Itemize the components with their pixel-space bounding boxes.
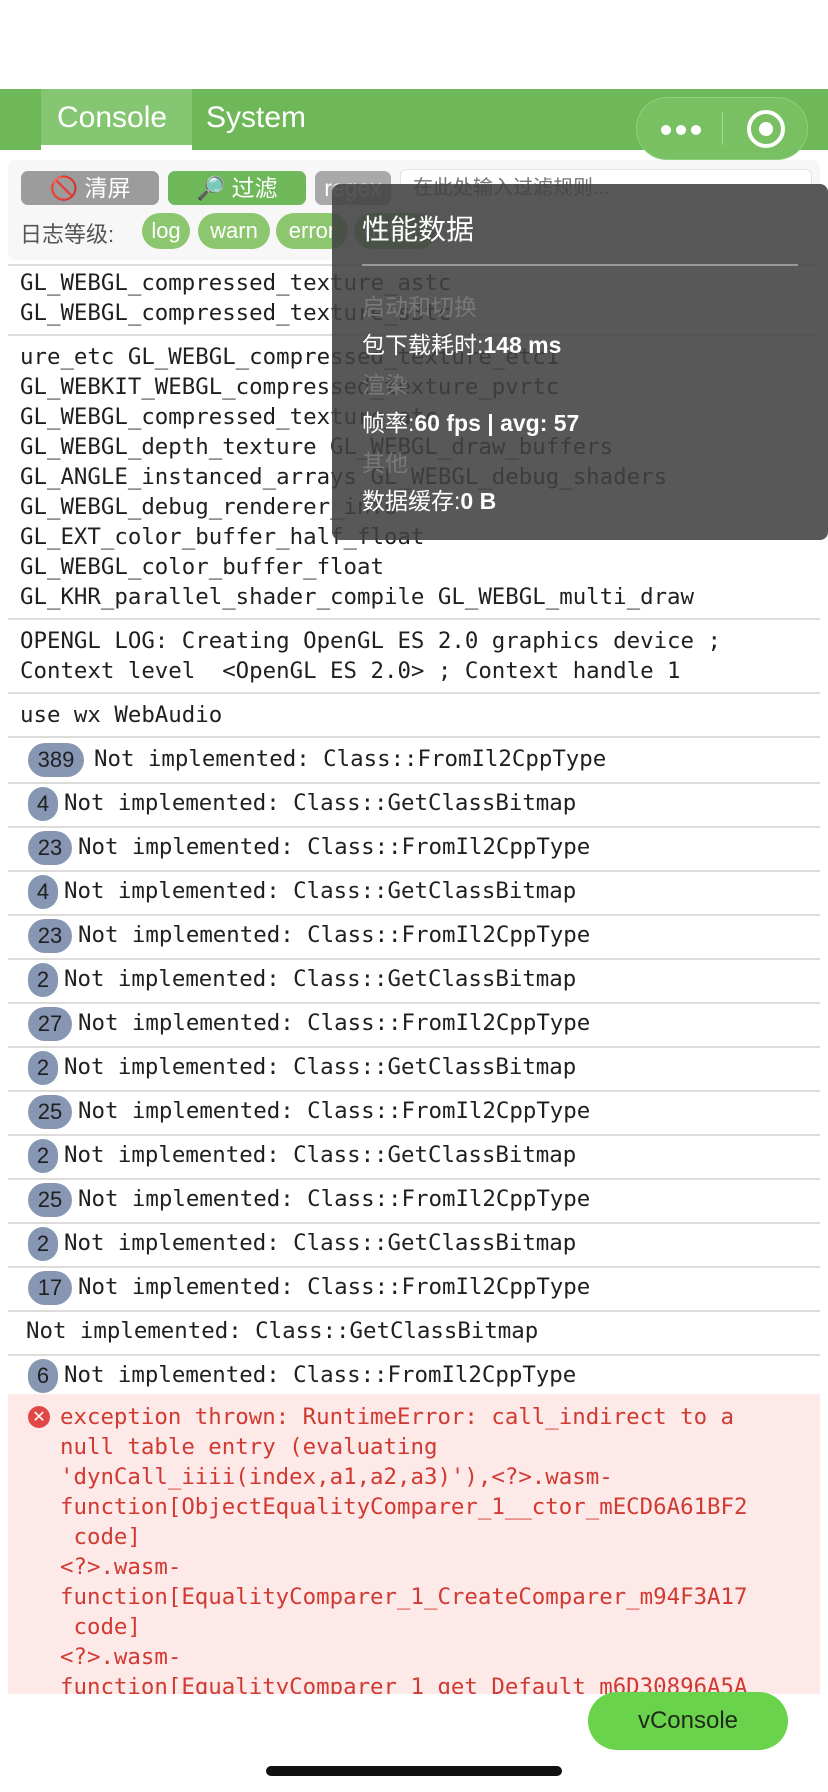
log-text: Not implemented: Class::GetClassBitmap [64,1142,577,1168]
tab-console[interactable]: Console [41,89,192,150]
log-row: 2 Not implemented: Class::GetClassBitmap [8,1134,820,1180]
log-row: 25 Not implemented: Class::FromIl2CppTyp… [8,1090,820,1136]
miniprogram-capsule [636,97,808,160]
download-time: 包下载耗时:148 ms [362,326,561,360]
log-line: GL_KHR_parallel_shader_compile GL_WEBGL_… [20,584,695,610]
log-text: Not implemented: Class::GetClassBitmap [64,790,577,816]
error-line: function[EqualityComparer_1_get_Default_… [60,1674,748,1694]
log-row: 4 Not implemented: Class::GetClassBitmap [8,782,820,828]
more-icon[interactable] [661,125,701,135]
log-divider [8,618,820,620]
vconsole-button[interactable]: vConsole [588,1692,788,1750]
repeat-count-badge: 2 [28,963,58,997]
log-text: Not implemented: Class::FromIl2CppType [78,922,591,948]
error-line: <?>.wasm- [60,1644,182,1670]
error-log-entry: ✕ exception thrown: RuntimeError: call_i… [8,1394,820,1694]
log-line: GL_WEBGL_color_buffer_float [20,554,384,580]
status-bar [0,0,828,89]
repeat-count-badge: 6 [28,1359,58,1393]
repeat-count-badge: 27 [28,1007,72,1041]
repeat-count-badge: 17 [28,1271,72,1305]
clear-button[interactable]: 🚫 清屏 [21,171,159,205]
repeat-count-badge: 4 [28,787,58,821]
data-cache: 数据缓存:0 B [362,482,496,516]
repeat-count-badge: 25 [28,1095,72,1129]
log-row: 6 Not implemented: Class::FromIl2CppType [8,1354,820,1398]
capsule-divider [722,112,723,145]
repeat-count-badge: 4 [28,875,58,909]
home-indicator [266,1766,562,1776]
data-cache-value: 0 B [460,488,497,514]
log-row: Not implemented: Class::GetClassBitmap [8,1310,820,1356]
error-line: exception thrown: RuntimeError: call_ind… [60,1404,735,1430]
download-time-value: 148 ms [483,332,562,358]
log-row: 17 Not implemented: Class::FromIl2CppTyp… [8,1266,820,1312]
performance-panel: 性能数据 启动和切换 包下载耗时:148 ms 渲染 帧率:60 fps | a… [332,184,828,540]
error-line: code] [60,1524,141,1550]
log-text: Not implemented: Class::FromIl2CppType [78,1186,591,1212]
log-text: Not implemented: Class::FromIl2CppType [78,1274,591,1300]
repeat-count-badge: 2 [28,1139,58,1173]
level-log[interactable]: log [142,213,190,249]
log-line: Context level <OpenGL ES 2.0> ; Context … [20,658,681,684]
log-divider [8,692,820,694]
log-row: 2 Not implemented: Class::GetClassBitmap [8,1222,820,1268]
filter-button[interactable]: 🔎 过滤 [168,171,306,205]
log-text: Not implemented: Class::GetClassBitmap [64,878,577,904]
log-line: use wx WebAudio [20,702,223,728]
repeat-count-badge: 2 [28,1051,58,1085]
repeat-count-badge: 2 [28,1227,58,1261]
log-text: Not implemented: Class::FromIl2CppType [78,834,591,860]
log-row: 389 Not implemented: Class::FromIl2CppTy… [8,738,820,784]
repeat-count-badge: 25 [28,1183,72,1217]
fps-value: 60 fps | avg: 57 [414,410,580,436]
tab-system[interactable]: System [190,89,322,150]
log-text: Not implemented: Class::FromIl2CppType [94,746,607,772]
log-line: OPENGL LOG: Creating OpenGL ES 2.0 graph… [20,628,721,654]
fps-label: 帧率: [362,410,415,436]
close-target-icon[interactable] [747,110,785,148]
log-row: 23 Not implemented: Class::FromIl2CppTyp… [8,914,820,960]
log-text: Not implemented: Class::GetClassBitmap [64,1230,577,1256]
log-text: Not implemented: Class::FromIl2CppType [78,1098,591,1124]
repeat-count-badge: 389 [28,743,84,777]
log-row: 2 Not implemented: Class::GetClassBitmap [8,958,820,1004]
log-text: Not implemented: Class::GetClassBitmap [64,966,577,992]
data-cache-label: 数据缓存: [362,488,461,514]
error-line: <?>.wasm- [60,1554,182,1580]
repeat-count-badge: 23 [28,831,72,865]
repeat-count-badge: 23 [28,919,72,953]
error-line: function[EqualityComparer_1_CreateCompar… [60,1584,748,1610]
log-text: Not implemented: Class::FromIl2CppType [78,1010,591,1036]
log-text: Not implemented: Class::GetClassBitmap [26,1318,539,1344]
log-text: Not implemented: Class::FromIl2CppType [64,1362,577,1388]
error-icon: ✕ [28,1406,50,1428]
download-time-label: 包下载耗时: [362,332,484,358]
section-render: 渲染 [362,372,408,398]
log-level-label: 日志等级: [20,222,115,247]
log-text: Not implemented: Class::GetClassBitmap [64,1054,577,1080]
error-line: function[ObjectEqualityComparer_1__ctor_… [60,1494,748,1520]
performance-divider [362,264,798,266]
level-warn[interactable]: warn [198,213,270,249]
log-row: 4 Not implemented: Class::GetClassBitmap [8,870,820,916]
fps: 帧率:60 fps | avg: 57 [362,404,579,438]
section-startup: 启动和切换 [362,294,477,320]
log-row: 2 Not implemented: Class::GetClassBitmap [8,1046,820,1092]
performance-title: 性能数据 [362,214,475,245]
log-row: 23 Not implemented: Class::FromIl2CppTyp… [8,826,820,872]
error-line: 'dynCall_iiii(index,a1,a2,a3)'),<?>.wasm… [60,1464,613,1490]
log-row: 27 Not implemented: Class::FromIl2CppTyp… [8,1002,820,1048]
error-line: code] [60,1614,141,1640]
error-line: null table entry (evaluating [60,1434,438,1460]
section-other: 其他 [362,450,408,476]
log-row: 25 Not implemented: Class::FromIl2CppTyp… [8,1178,820,1224]
